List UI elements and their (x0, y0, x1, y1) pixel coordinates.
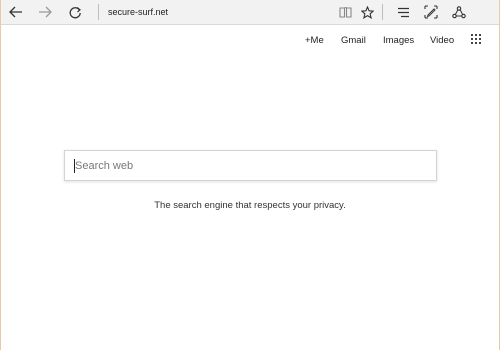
nav-link-gmail[interactable]: Gmail (341, 34, 366, 48)
share-icon (452, 5, 466, 18)
back-icon (9, 6, 22, 18)
forward-button[interactable] (35, 2, 55, 22)
hub-button[interactable] (393, 2, 413, 22)
hub-icon (397, 7, 409, 17)
refresh-icon (69, 6, 81, 18)
tagline: The search engine that respects your pri… (154, 200, 346, 211)
web-note-button[interactable] (421, 2, 441, 22)
favorite-button[interactable] (357, 2, 377, 22)
browser-toolbar: secure-surf.net (1, 0, 499, 25)
back-button[interactable] (6, 2, 26, 22)
refresh-button[interactable] (65, 2, 85, 22)
reading-view-icon (338, 7, 352, 18)
apps-grid-icon[interactable] (471, 34, 481, 44)
text-caret (74, 159, 75, 173)
nav-link-images[interactable]: Images (383, 34, 414, 48)
nav-link-me[interactable]: +Me (305, 34, 324, 48)
share-button[interactable] (449, 2, 469, 22)
toolbar-separator (382, 4, 383, 20)
forward-icon (39, 6, 52, 18)
address-bar[interactable]: secure-surf.net (108, 5, 168, 19)
top-navigation: +Me Gmail Images Video (1, 34, 499, 48)
nav-link-video[interactable]: Video (430, 34, 454, 48)
toolbar-separator (98, 4, 99, 20)
search-box (64, 150, 437, 181)
favorite-star-icon (360, 5, 374, 19)
reading-view-button[interactable] (335, 2, 355, 22)
web-note-icon (424, 5, 438, 19)
search-input[interactable] (65, 151, 436, 180)
